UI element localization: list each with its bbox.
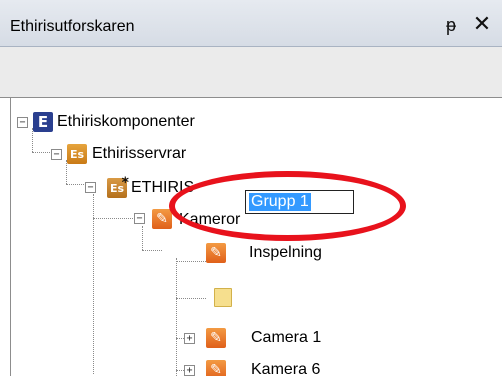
tree-item-ethiriskomponenter[interactable]: Ethiriskomponenter xyxy=(57,113,195,131)
tree-item-camera-1[interactable]: Camera 1 xyxy=(251,329,321,347)
tree-connector xyxy=(176,258,177,376)
server-group-icon: Es xyxy=(67,144,87,164)
expander-expand[interactable]: + xyxy=(184,333,195,344)
expander-expand[interactable]: + xyxy=(184,365,195,376)
folder-icon xyxy=(214,288,232,307)
server-icon: Es * xyxy=(107,175,129,198)
tree-connector xyxy=(142,226,143,250)
tree-item-inspelning[interactable]: Inspelning xyxy=(249,244,322,262)
tree-view[interactable]: − E Ethiriskomponenter − Es Ethirisservr… xyxy=(10,98,502,376)
camera-icon: ✎ xyxy=(206,243,226,263)
pin-icon[interactable]: ᵽ xyxy=(443,14,459,36)
camera-group-icon: ✎ xyxy=(152,209,172,229)
expander-collapse[interactable]: − xyxy=(17,117,28,128)
rename-selected-text: Grupp 1 xyxy=(249,193,311,211)
panel-title: Ethirisutforskaren xyxy=(10,18,135,35)
tree-connector xyxy=(32,152,52,153)
tree-connector xyxy=(93,194,94,374)
panel-header: Ethirisutforskaren ᵽ ✕ xyxy=(0,0,502,47)
camera-icon: ✎ xyxy=(206,328,226,348)
ethiris-e-icon: E xyxy=(33,112,53,132)
expander-collapse[interactable]: − xyxy=(85,182,96,193)
tree-connector xyxy=(176,298,206,299)
tree-connector xyxy=(66,184,86,185)
expander-collapse[interactable]: − xyxy=(51,149,62,160)
server-badge: * xyxy=(121,175,129,191)
toolbar xyxy=(0,47,502,98)
expander-collapse[interactable]: − xyxy=(134,213,145,224)
rename-input[interactable]: Grupp 1 xyxy=(245,190,354,214)
tree-item-kameror[interactable]: Kameror xyxy=(179,211,240,229)
tree-item-kamera-6[interactable]: Kamera 6 xyxy=(251,361,320,376)
close-icon[interactable]: ✕ xyxy=(470,12,494,36)
tree-connector xyxy=(176,261,206,262)
tree-connector xyxy=(142,250,162,251)
tree-item-ethiris[interactable]: ETHIRIS xyxy=(131,179,194,197)
tree-connector xyxy=(93,218,133,219)
tree-item-ethirisservrar[interactable]: Ethirisservrar xyxy=(92,145,186,163)
camera-icon: ✎ xyxy=(206,360,226,376)
